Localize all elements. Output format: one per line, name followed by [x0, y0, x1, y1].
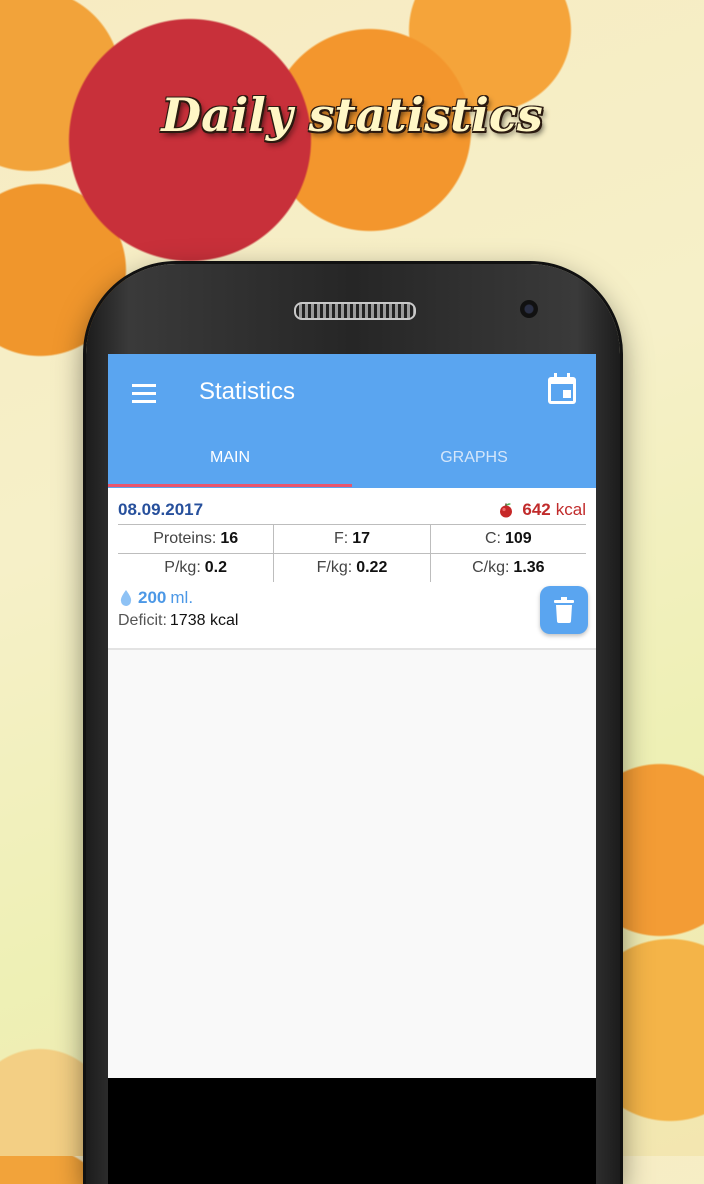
calendar-icon[interactable]: [546, 372, 578, 406]
water-unit: ml.: [170, 588, 194, 607]
kcal-total: 642 kcal: [498, 500, 586, 520]
nutrient-grid: Proteins: 16 F: 17 C: 109 P/kg: 0.2 F/kg: 0.2…: [118, 524, 586, 582]
delete-button[interactable]: [540, 586, 588, 634]
water-value: 200: [138, 588, 167, 607]
trash-icon: [554, 597, 574, 623]
phone-speaker: [294, 302, 416, 320]
phone-frame: Statistics MAIN GRAPHS 08.09.2017 642 kc…: [86, 264, 620, 1184]
entry-date: 08.09.2017: [118, 500, 204, 519]
deficit-value: 1738 kcal: [169, 612, 239, 629]
nav-bar-area: [108, 1078, 596, 1184]
phone-camera: [520, 300, 538, 318]
water-intake: 200 ml.: [120, 588, 193, 608]
tab-graphs[interactable]: GRAPHS: [352, 438, 596, 486]
deficit: Deficit: 1738 kcal: [118, 612, 238, 630]
day-entry-card[interactable]: 08.09.2017 642 kcal Proteins: 16 F: 17 C…: [108, 488, 596, 650]
macros-row: Proteins: 16 F: 17 C: 109: [118, 525, 586, 553]
kcal-unit: kcal: [555, 500, 586, 519]
carb-per-kg-cell: C/kg: 1.36: [429, 554, 586, 582]
water-drop-icon: [120, 590, 132, 606]
tab-indicator: [108, 484, 352, 487]
content-area: 08.09.2017 642 kcal Proteins: 16 F: 17 C…: [108, 488, 596, 1078]
fat-cell: F: 17: [273, 525, 429, 553]
deficit-label: Deficit:: [118, 612, 167, 629]
menu-icon[interactable]: [132, 384, 156, 404]
kcal-value: 642: [522, 500, 551, 519]
protein-per-kg-cell: P/kg: 0.2: [164, 559, 228, 576]
tab-main[interactable]: MAIN: [108, 438, 352, 486]
fat-per-kg-cell: F/kg: 0.22: [273, 554, 429, 582]
apple-icon: [500, 503, 513, 518]
promo-headline: Daily statistics: [161, 88, 543, 142]
page-title: Statistics: [199, 378, 296, 405]
phone-screen: Statistics MAIN GRAPHS 08.09.2017 642 kc…: [108, 354, 596, 1184]
protein-cell: Proteins: 16: [153, 530, 239, 547]
per-kg-row: P/kg: 0.2 F/kg: 0.22 C/kg: 1.36: [118, 553, 586, 582]
app-bar: Statistics MAIN GRAPHS: [108, 354, 596, 488]
carb-cell: C: 109: [429, 525, 586, 553]
